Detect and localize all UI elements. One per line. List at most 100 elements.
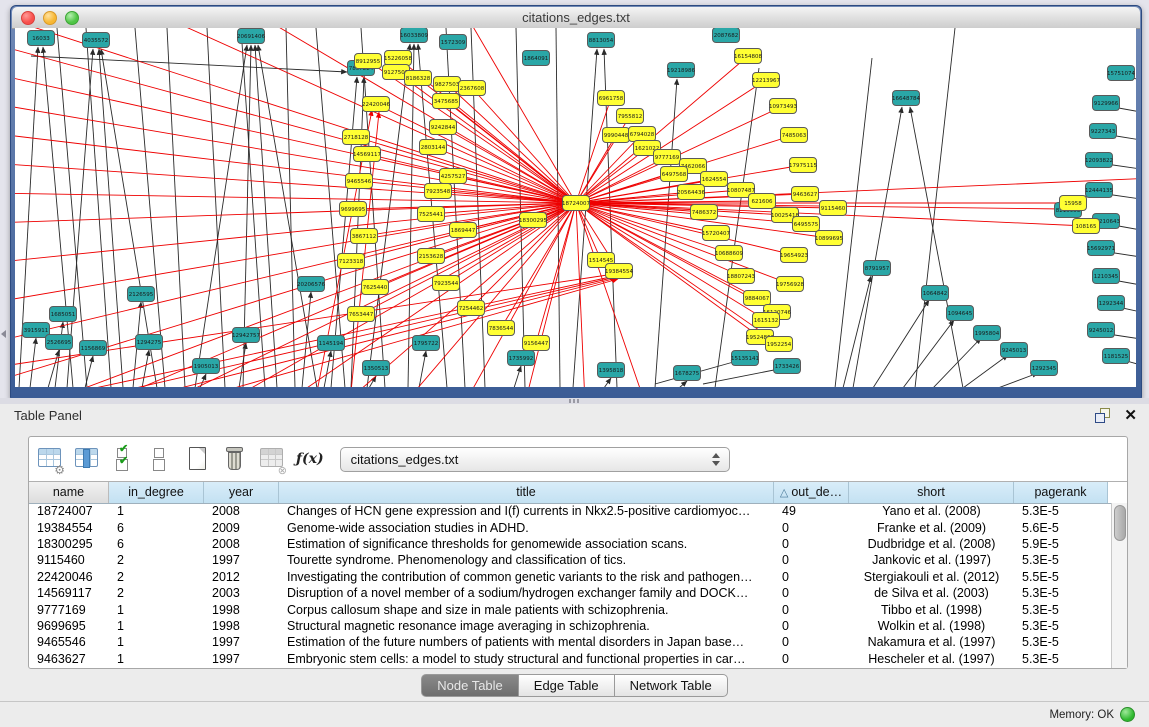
graph-node[interactable]: 9156447 bbox=[523, 336, 550, 351]
tab-node-table[interactable]: Node Table bbox=[421, 674, 519, 697]
graph-node[interactable]: 12444135 bbox=[1085, 183, 1113, 198]
graph-node[interactable]: 9990448 bbox=[603, 128, 630, 143]
graph-node[interactable]: 9245012 bbox=[1088, 323, 1115, 338]
graph-node[interactable]: 12942757 bbox=[232, 328, 260, 343]
table-selector-dropdown[interactable]: citations_edges.txt bbox=[340, 447, 730, 472]
network-window-titlebar[interactable]: citations_edges.txt bbox=[12, 7, 1140, 29]
graph-node[interactable]: 1733426 bbox=[774, 359, 801, 374]
function-builder-icon[interactable]: ƒ(x) bbox=[296, 446, 324, 472]
graph-node[interactable]: 15135141 bbox=[731, 351, 759, 366]
graph-node[interactable]: 16648784 bbox=[892, 91, 920, 106]
graph-node[interactable]: 19218986 bbox=[667, 63, 695, 78]
graph-node[interactable]: 9827503 bbox=[434, 77, 461, 92]
table-row[interactable]: 2242004622012Investigating the contribut… bbox=[29, 569, 1112, 585]
graph-node[interactable]: 1156869 bbox=[80, 341, 107, 356]
graph-node[interactable]: 16033809 bbox=[400, 28, 428, 43]
graph-node[interactable]: 9227343 bbox=[1090, 124, 1117, 139]
column-header-short[interactable]: short bbox=[849, 482, 1014, 503]
graph-node[interactable]: 4035572 bbox=[83, 33, 110, 48]
graph-node[interactable]: 9777169 bbox=[654, 150, 681, 165]
graph-node[interactable]: 7625440 bbox=[362, 280, 389, 295]
table-row[interactable]: 977716911998Corpus callosum shape and si… bbox=[29, 601, 1112, 617]
graph-node[interactable]: 1795722 bbox=[413, 336, 440, 351]
graph-node[interactable]: 20206576 bbox=[297, 277, 325, 292]
graph-node[interactable]: 3475685 bbox=[433, 94, 460, 109]
delete-column-icon[interactable] bbox=[222, 446, 248, 472]
graph-node[interactable]: 9465546 bbox=[346, 174, 373, 189]
column-header-in_degree[interactable]: in_degree bbox=[109, 482, 204, 503]
table-row[interactable]: 1938455462009Genome-wide association stu… bbox=[29, 519, 1112, 535]
graph-node[interactable]: 10899695 bbox=[815, 231, 843, 246]
graph-node[interactable]: 15751074 bbox=[1107, 66, 1135, 81]
column-header-title[interactable]: title bbox=[279, 482, 774, 503]
graph-node[interactable]: 8791957 bbox=[864, 261, 891, 276]
graph-node[interactable]: 2087682 bbox=[713, 28, 740, 43]
graph-node[interactable]: 9242844 bbox=[430, 120, 457, 135]
graph-node[interactable]: 7486372 bbox=[691, 205, 718, 220]
graph-node[interactable]: 8912955 bbox=[355, 54, 382, 69]
table-row[interactable]: 969969511998Structural magnetic resonanc… bbox=[29, 618, 1112, 634]
graph-node[interactable]: 1181525 bbox=[1103, 349, 1130, 364]
graph-node[interactable]: 20564436 bbox=[677, 185, 705, 200]
graph-node[interactable]: 10973493 bbox=[769, 99, 797, 114]
graph-node[interactable]: 16033 bbox=[28, 31, 55, 46]
graph-node[interactable]: 1678275 bbox=[674, 366, 701, 381]
graph-node[interactable]: 6497568 bbox=[661, 167, 688, 182]
tab-edge-table[interactable]: Edge Table bbox=[519, 674, 615, 697]
graph-node[interactable]: 7254462 bbox=[458, 301, 485, 316]
graph-node[interactable]: 1350513 bbox=[363, 361, 390, 376]
graph-node[interactable]: 15958 bbox=[1060, 196, 1087, 211]
graph-node[interactable]: 3915911 bbox=[23, 323, 50, 338]
graph-node[interactable]: 2126595 bbox=[128, 287, 155, 302]
graph-node[interactable]: 15692971 bbox=[1087, 241, 1115, 256]
network-canvas[interactable]: 1603340355722069140616033809785722415723… bbox=[15, 28, 1136, 387]
graph-node[interactable]: 7923548 bbox=[425, 184, 452, 199]
graph-node[interactable]: 9463627 bbox=[792, 187, 819, 202]
graph-node[interactable]: 8813054 bbox=[588, 33, 615, 48]
graph-node[interactable]: 108165 bbox=[1073, 219, 1100, 234]
graph-node[interactable]: 1685051 bbox=[50, 307, 77, 322]
graph-node[interactable]: 4257527 bbox=[440, 169, 467, 184]
graph-node[interactable]: 1572309 bbox=[440, 35, 467, 50]
graph-node[interactable]: 19384554 bbox=[605, 264, 633, 279]
graph-node[interactable]: 7955812 bbox=[617, 109, 644, 124]
graph-node[interactable]: 2718128 bbox=[343, 130, 370, 145]
graph-node[interactable]: 1615132 bbox=[753, 313, 780, 328]
column-header-out_degree[interactable]: △out_de… bbox=[774, 482, 849, 503]
graph-node[interactable]: 1735992 bbox=[508, 351, 535, 366]
table-row[interactable]: 946554611997Estimation of the future num… bbox=[29, 634, 1112, 650]
graph-node[interactable]: 9699695 bbox=[340, 202, 367, 217]
table-scrollbar[interactable] bbox=[1111, 503, 1127, 668]
float-panel-icon[interactable] bbox=[1095, 408, 1110, 423]
graph-node[interactable]: 6961758 bbox=[598, 91, 625, 106]
delete-table-icon[interactable] bbox=[259, 446, 285, 472]
graph-node[interactable]: 1864091 bbox=[523, 51, 550, 66]
graph-node[interactable]: 1292344 bbox=[1098, 296, 1125, 311]
column-header-pagerank[interactable]: pagerank bbox=[1014, 482, 1108, 503]
graph-node[interactable]: 22420046 bbox=[362, 97, 390, 112]
graph-node[interactable]: 20691406 bbox=[237, 29, 265, 44]
graph-node[interactable]: 621606 bbox=[749, 194, 776, 209]
graph-node[interactable]: 2803144 bbox=[420, 140, 447, 155]
graph-node[interactable]: 7485063 bbox=[781, 128, 808, 143]
graph-node[interactable]: 7836544 bbox=[488, 321, 515, 336]
graph-node[interactable]: 1294275 bbox=[136, 335, 163, 350]
table-mode-icon[interactable] bbox=[37, 446, 63, 472]
graph-node[interactable]: 1292345 bbox=[1031, 361, 1058, 376]
graph-node[interactable]: 17975115 bbox=[789, 158, 817, 173]
graph-node[interactable]: 12213967 bbox=[752, 73, 780, 88]
graph-node[interactable]: 18300295 bbox=[519, 213, 547, 228]
graph-node[interactable]: 6794028 bbox=[629, 127, 656, 142]
graph-node[interactable]: 10688609 bbox=[715, 246, 743, 261]
graph-node[interactable]: 9115460 bbox=[820, 201, 847, 216]
graph-node[interactable]: 16154808 bbox=[734, 49, 762, 64]
table-row[interactable]: 1456911722003Disruption of a novel membe… bbox=[29, 585, 1112, 601]
graph-node[interactable]: 3867112 bbox=[351, 229, 378, 244]
graph-node[interactable]: 2153628 bbox=[418, 249, 445, 264]
table-row[interactable]: 946362711997Embryonic stem cells: a mode… bbox=[29, 651, 1112, 667]
table-row[interactable]: 1872400712008Changes of HCN gene express… bbox=[29, 503, 1112, 519]
graph-node[interactable]: 6495575 bbox=[793, 217, 820, 232]
graph-node[interactable]: 19756928 bbox=[776, 277, 804, 292]
scrollbar-thumb[interactable] bbox=[1114, 505, 1126, 541]
graph-node[interactable]: 1145194 bbox=[318, 336, 345, 351]
